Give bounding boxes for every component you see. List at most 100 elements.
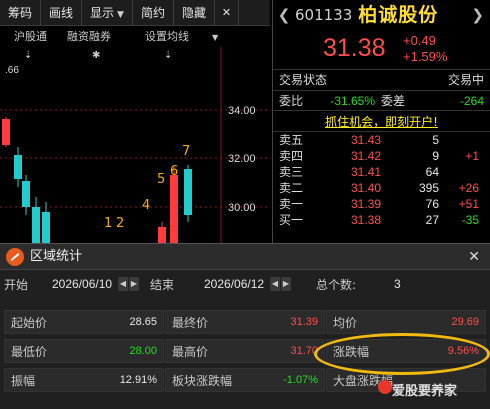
end-date-field[interactable]: 2026/06/12 (204, 277, 270, 291)
candle-body (42, 212, 50, 243)
toolbar-simple-button[interactable]: 简约 (133, 0, 174, 26)
orderbook-row[interactable]: 买一 31.38 27 -35 (273, 212, 490, 228)
stat-cell: 最高价 31.70 (165, 339, 325, 363)
price-change: +0.49 +1.59% (403, 33, 447, 65)
start-label: 开始 (4, 277, 29, 292)
orderbook-change: -35 (461, 213, 479, 227)
date-range-row: 开始 2026/06/10 ◀ ▶ 结束 2026/06/12 ◀ ▶ 总个数:… (0, 270, 490, 298)
weibi-value: -31.65% (330, 94, 375, 108)
trade-status-row: 交易状态 交易中 (273, 70, 490, 90)
orderbook-row[interactable]: 卖二 31.40 395 +26 (273, 180, 490, 196)
tab-ma-settings[interactable]: 设置均线 ▼ (121, 27, 238, 47)
tab-hk-connect[interactable]: 沪股通 (0, 27, 57, 47)
watermark-logo-icon (378, 380, 392, 394)
y-tick-label: 32.00 (228, 153, 256, 165)
orderbook-change (439, 164, 479, 180)
stat-label: 板块涨跌幅 (172, 373, 233, 388)
toolbar-display-button[interactable]: 显示 ▼ (82, 0, 133, 26)
change-value: +0.49 (403, 33, 436, 48)
orderbook-volume: 9 (432, 149, 439, 163)
orderbook-price: 31.40 (350, 181, 381, 195)
toolbar-hide-button[interactable]: 隐藏 (174, 0, 215, 26)
orderbook-price: 31.42 (350, 149, 381, 163)
price-block: 31.38 +0.49 +1.59% (273, 30, 490, 70)
stat-cell: 板块涨跌幅 -1.07% (165, 368, 325, 392)
chevron-down-icon: ▼ (117, 10, 124, 20)
orderbook-row[interactable]: 卖四 31.42 9 +1 (273, 148, 490, 164)
toolbar-chips-button[interactable]: 筹码 (0, 0, 42, 26)
orderbook-row[interactable]: 卖五 31.43 5 (273, 132, 490, 148)
start-prev-arrow-icon[interactable]: ◀ (118, 277, 128, 291)
stat-value: 28.65 (129, 316, 157, 328)
start-next-arrow-icon[interactable]: ▶ (129, 277, 139, 291)
weicha-value: -264 (459, 94, 484, 108)
open-account-banner[interactable]: 抓住机会，即刻开户! (273, 110, 490, 132)
count-label: 总个数: (316, 277, 357, 292)
weibi-label: 委比 (279, 94, 304, 108)
candle-body (158, 227, 166, 243)
orderbook-change (439, 132, 479, 148)
orderbook-volume: 27 (425, 213, 439, 227)
orderbook-volume: 395 (418, 181, 439, 195)
pattern-marker: 1 (104, 216, 112, 231)
end-label: 结束 (150, 277, 175, 292)
kline-chart[interactable]: ⇣ ✱ ⇣ .66 34.00 32.00 30.00 1 2 4 5 6 7 (0, 47, 270, 243)
highlight-ellipse (314, 333, 490, 375)
orderbook-change: +51 (458, 197, 479, 211)
next-stock-icon[interactable]: ❯ (471, 0, 484, 30)
candle-body (22, 181, 30, 207)
stat-label: 最低价 (11, 344, 48, 359)
orderbook-row[interactable]: 卖一 31.39 76 +51 (273, 196, 490, 212)
stat-label: 最终价 (172, 315, 209, 330)
orderbook-price: 31.39 (350, 197, 381, 211)
stat-cell: 最低价 28.00 (4, 339, 164, 363)
quote-panel: ❮ 601133 柏诚股份 ❯ 31.38 +0.49 +1.59% 交易状态 交… (272, 0, 490, 243)
chevron-down-icon: ▼ (212, 33, 219, 42)
watermark-text: 爱股要养家 (392, 384, 458, 399)
orderbook-price: 31.41 (350, 165, 381, 179)
pattern-marker: 5 (157, 172, 165, 187)
count-value: 3 (394, 277, 401, 291)
orderbook-volume: 5 (432, 133, 439, 147)
banner-text: 抓住机会，即刻开户! (325, 115, 438, 129)
tab-margin-trading[interactable]: 融资融券 (57, 27, 121, 47)
pattern-marker: 2 (116, 216, 124, 231)
stat-label: 起始价 (11, 315, 48, 330)
orderbook-row[interactable]: 卖三 31.41 64 (273, 164, 490, 180)
stat-cell: 最终价 31.39 (165, 310, 325, 334)
chart-toolbar: 筹码 画线 显示 ▼ 简约 隐藏 ✕ (0, 0, 270, 26)
orderbook-level-label: 卖五 (279, 133, 304, 147)
app-logo-icon (6, 247, 24, 266)
pattern-marker: 4 (142, 198, 150, 213)
start-date-field[interactable]: 2026/06/10 (52, 277, 118, 291)
y-tick-label: 30.00 (228, 202, 256, 214)
candle-body (2, 119, 10, 145)
orderbook-price: 31.43 (350, 133, 381, 147)
order-book: 卖五 31.43 5 卖四 31.42 9 +1 卖三 31.41 64 卖二 31.40 395 +26… (273, 132, 490, 228)
orderbook-level-label: 买一 (279, 213, 304, 227)
previous-stock-icon[interactable]: ❮ (273, 0, 295, 30)
stat-value: -1.07% (283, 374, 318, 386)
dialog-titlebar[interactable]: 区域统计 ✕ (0, 244, 490, 270)
quote-header: ❮ 601133 柏诚股份 ❯ (273, 0, 490, 30)
orderbook-level-label: 卖四 (279, 149, 304, 163)
pattern-marker: 7 (182, 144, 190, 159)
stat-value: 12.91% (119, 374, 157, 386)
orderbook-volume: 76 (425, 197, 439, 211)
candle-body (14, 155, 22, 179)
orderbook-change: +26 (458, 181, 479, 195)
stat-label: 均价 (333, 315, 358, 330)
marker-arrow-icon: ⇣ (164, 50, 172, 61)
change-percent: +1.59% (403, 49, 448, 64)
stat-cell: 起始价 28.65 (4, 310, 164, 334)
close-icon[interactable]: ✕ (468, 244, 480, 270)
orderbook-level-label: 卖三 (279, 165, 304, 179)
order-ratio-row: 委比 -31.65% 委差 -264 (273, 90, 490, 110)
trade-status-label: 交易状态 (279, 73, 328, 87)
stat-value: 29.69 (451, 316, 479, 328)
end-prev-arrow-icon[interactable]: ◀ (270, 277, 280, 291)
tab-ma-settings-label: 设置均线 (145, 30, 189, 43)
end-next-arrow-icon[interactable]: ▶ (281, 277, 291, 291)
close-icon[interactable]: ✕ (215, 0, 239, 26)
toolbar-draw-button[interactable]: 画线 (41, 0, 83, 26)
